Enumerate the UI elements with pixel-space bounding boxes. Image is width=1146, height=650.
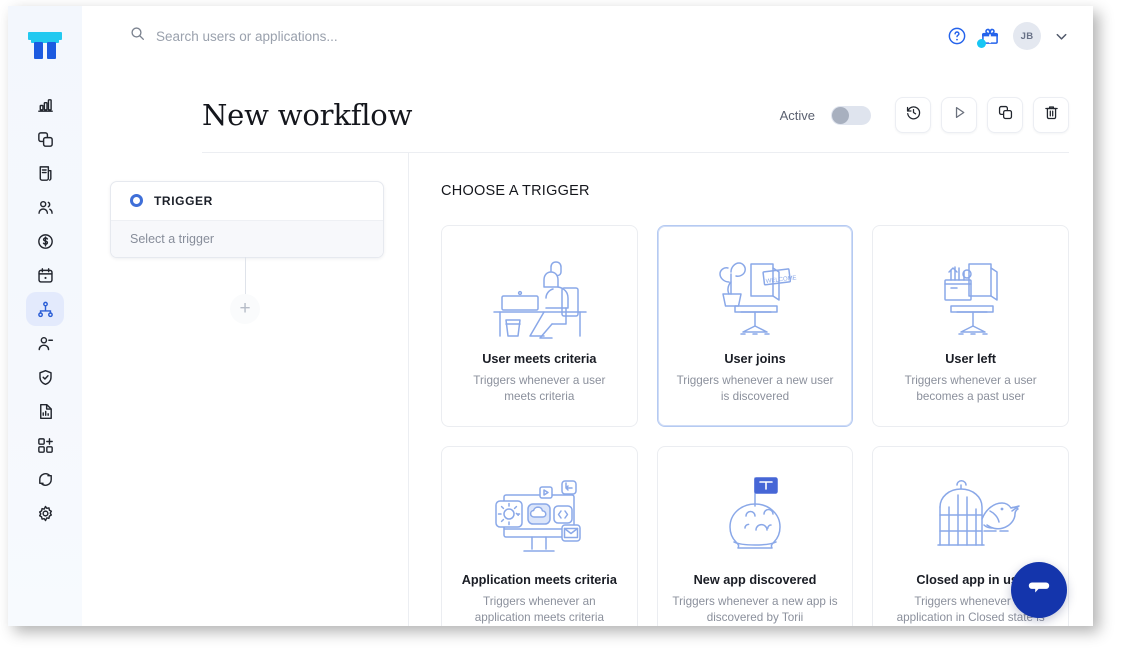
node-connector-line bbox=[245, 257, 246, 299]
search-box[interactable] bbox=[130, 26, 947, 46]
header-actions: Active bbox=[780, 97, 1069, 133]
card-title: Application meets criteria bbox=[462, 573, 617, 587]
sidebar-item-dashboard[interactable] bbox=[26, 88, 64, 122]
trigger-card-application-meets-criteria[interactable]: Application meets criteria Triggers when… bbox=[441, 446, 638, 626]
calendar-icon bbox=[36, 266, 55, 285]
workflow-canvas: TRIGGER Select a trigger + bbox=[82, 153, 408, 626]
gear-icon bbox=[36, 504, 55, 523]
page-header: New workflow Active bbox=[82, 66, 1093, 152]
trash-icon bbox=[1043, 104, 1060, 126]
trigger-card-user-left[interactable]: User left Triggers whenever a user becom… bbox=[872, 225, 1069, 427]
document-scroll-icon bbox=[36, 164, 55, 183]
delete-button[interactable] bbox=[1033, 97, 1069, 133]
active-toggle[interactable] bbox=[831, 106, 871, 125]
play-triangle-icon bbox=[951, 104, 968, 126]
duplicate-icon bbox=[997, 104, 1014, 126]
workflow-trigger-node[interactable]: TRIGGER Select a trigger bbox=[110, 181, 384, 258]
sidebar-item-contracts[interactable] bbox=[26, 156, 64, 190]
card-title: New app discovered bbox=[694, 573, 817, 587]
card-title: User joins bbox=[724, 352, 785, 366]
person-at-desk-illustration bbox=[478, 246, 600, 350]
card-description: Triggers whenever a user meets criteria bbox=[456, 373, 623, 405]
history-clock-icon bbox=[905, 104, 922, 126]
gift-icon[interactable] bbox=[980, 26, 1000, 46]
planet-flag-illustration bbox=[699, 467, 811, 571]
sidebar-item-security[interactable] bbox=[26, 360, 64, 394]
duplicate-button[interactable] bbox=[987, 97, 1023, 133]
monitor-apps-illustration bbox=[478, 467, 600, 571]
main-content: JB New workflow Active bbox=[82, 6, 1093, 626]
torii-logo[interactable] bbox=[28, 32, 62, 60]
bar-chart-icon bbox=[36, 96, 55, 115]
sidebar-item-workflows[interactable] bbox=[26, 292, 64, 326]
user-minus-icon bbox=[36, 334, 55, 353]
history-button[interactable] bbox=[895, 97, 931, 133]
birdcage-bird-illustration bbox=[910, 467, 1032, 571]
grid-plus-icon bbox=[36, 436, 55, 455]
trigger-select-field[interactable]: Select a trigger bbox=[111, 221, 383, 257]
card-description: Triggers whenever a new user is discover… bbox=[672, 373, 839, 405]
top-bar: JB bbox=[82, 6, 1093, 66]
sidebar-item-applications[interactable] bbox=[26, 122, 64, 156]
sidebar-item-sync[interactable] bbox=[26, 462, 64, 496]
sidebar-item-calendar[interactable] bbox=[26, 258, 64, 292]
dollar-circle-icon bbox=[36, 232, 55, 251]
trigger-cards-grid: User meets criteria Triggers whenever a … bbox=[441, 225, 1069, 626]
sidebar-item-users[interactable] bbox=[26, 190, 64, 224]
users-icon bbox=[36, 198, 55, 217]
notification-dot bbox=[977, 39, 986, 48]
card-title: Closed app in use bbox=[916, 573, 1025, 587]
search-icon bbox=[130, 26, 145, 46]
sidebar bbox=[8, 6, 82, 626]
workflow-body: TRIGGER Select a trigger + CHOOSE A TRIG… bbox=[82, 153, 1093, 626]
topbar-actions: JB bbox=[947, 22, 1069, 50]
avatar[interactable]: JB bbox=[1013, 22, 1041, 50]
trigger-card-user-meets-criteria[interactable]: User meets criteria Triggers whenever a … bbox=[441, 225, 638, 427]
card-title: User left bbox=[945, 352, 996, 366]
sidebar-item-offboarding[interactable] bbox=[26, 326, 64, 360]
sidebar-item-expenses[interactable] bbox=[26, 224, 64, 258]
card-title: User meets criteria bbox=[482, 352, 596, 366]
chat-support-button[interactable] bbox=[1011, 562, 1067, 618]
chevron-down-icon[interactable] bbox=[1054, 29, 1069, 44]
choose-trigger-panel: CHOOSE A TRIGGER bbox=[409, 153, 1093, 626]
file-chart-icon bbox=[36, 402, 55, 421]
copy-stack-icon bbox=[36, 130, 55, 149]
app-window: JB New workflow Active bbox=[8, 6, 1093, 626]
toggle-knob bbox=[832, 107, 849, 124]
card-description: Triggers whenever a new app is discovere… bbox=[672, 594, 839, 626]
chair-packed-box-illustration bbox=[915, 246, 1027, 350]
question-circle-icon[interactable] bbox=[947, 26, 967, 46]
trigger-node-header: TRIGGER bbox=[111, 182, 383, 221]
trigger-card-new-app-discovered[interactable]: New app discovered Triggers whenever a n… bbox=[657, 446, 854, 626]
refresh-sync-icon bbox=[36, 470, 55, 489]
active-toggle-label: Active bbox=[780, 108, 815, 123]
card-description: Triggers whenever a user becomes a past … bbox=[887, 373, 1054, 405]
trigger-card-user-joins[interactable]: WELCOME User joins Triggers whenever a n… bbox=[657, 225, 854, 427]
sidebar-item-integrations[interactable] bbox=[26, 428, 64, 462]
search-input[interactable] bbox=[156, 29, 576, 44]
card-description: Triggers whenever an application meets c… bbox=[456, 594, 623, 626]
shield-check-icon bbox=[36, 368, 55, 387]
chair-welcome-sign-illustration: WELCOME bbox=[699, 246, 811, 350]
panel-title: CHOOSE A TRIGGER bbox=[441, 183, 1069, 199]
sidebar-item-settings[interactable] bbox=[26, 496, 64, 530]
trigger-node-label: TRIGGER bbox=[154, 194, 213, 208]
chat-bubble-icon bbox=[1024, 573, 1054, 608]
run-button[interactable] bbox=[941, 97, 977, 133]
radio-selected-icon bbox=[130, 194, 143, 207]
workflow-hierarchy-icon bbox=[36, 300, 55, 319]
add-step-button[interactable]: + bbox=[230, 294, 260, 324]
page-title: New workflow bbox=[202, 98, 780, 132]
sidebar-item-reports[interactable] bbox=[26, 394, 64, 428]
